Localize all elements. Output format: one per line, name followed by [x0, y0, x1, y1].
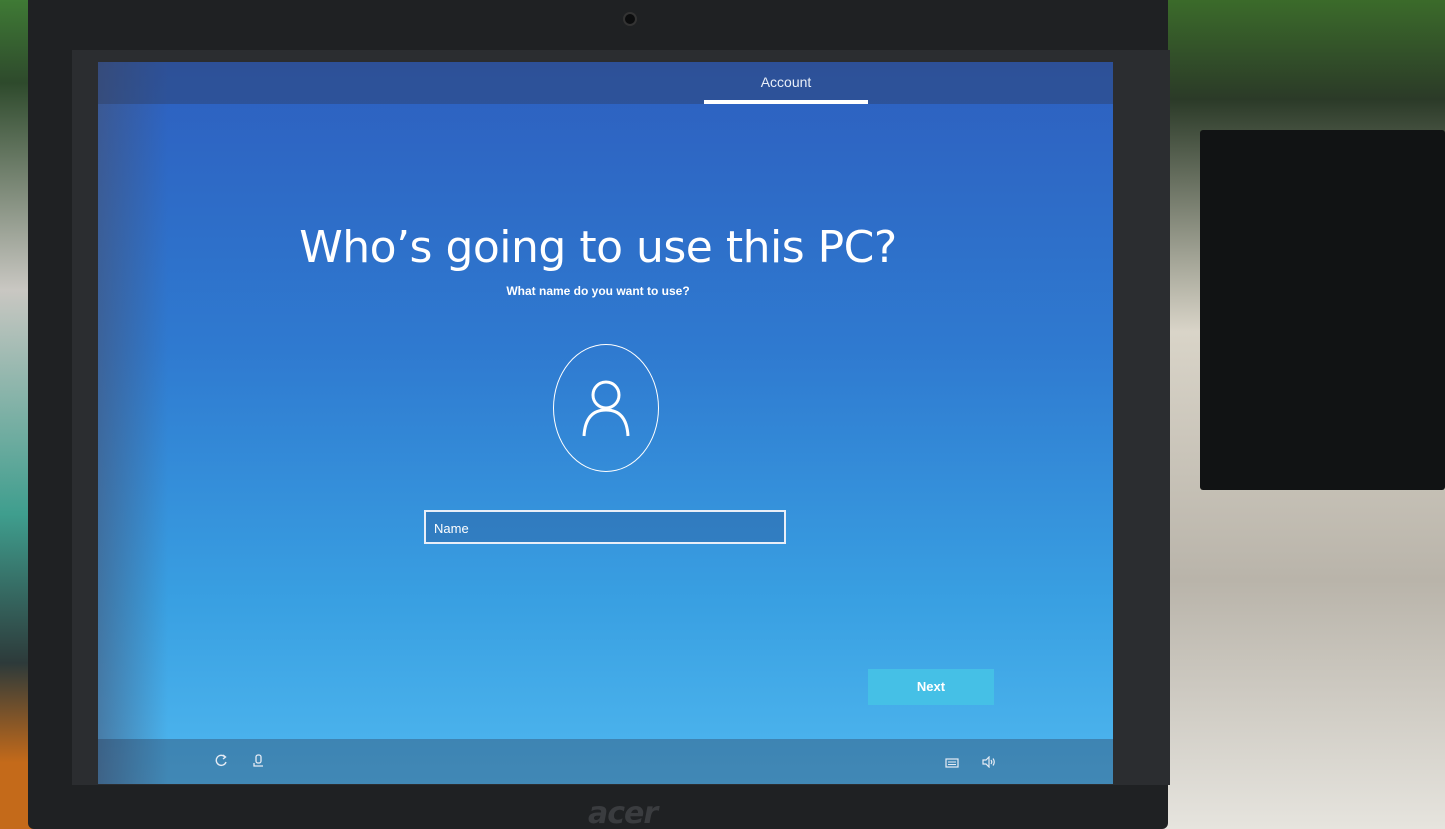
oobe-header: Account: [98, 62, 1113, 104]
user-avatar: [553, 344, 659, 472]
webcam: [623, 12, 637, 26]
microphone-icon[interactable]: [248, 752, 270, 774]
keyboard-glyph-icon: [945, 758, 959, 768]
page-subtitle: What name do you want to use?: [506, 284, 690, 298]
page-title: Who’s going to use this PC?: [299, 222, 897, 273]
accessibility-icon[interactable]: [210, 752, 232, 774]
user-icon: [582, 380, 630, 437]
oobe-screen: Account Who’s going to use this PC? What…: [98, 62, 1113, 784]
account-setup-panel: Who’s going to use this PC? What name do…: [168, 104, 1028, 739]
laptop-brand-logo: acer: [588, 796, 658, 829]
ease-of-access-icon: [215, 754, 227, 767]
screen-shading: [98, 62, 168, 784]
keyboard-icon[interactable]: [941, 752, 963, 774]
speaker-glyph-icon: [982, 755, 995, 769]
name-input[interactable]: Name: [424, 510, 786, 544]
volume-icon[interactable]: [978, 752, 1000, 774]
next-button[interactable]: Next: [868, 669, 994, 705]
background-monitor: [1200, 130, 1445, 490]
mic-glyph-icon: [253, 754, 263, 767]
photo-scene: acer Account Who’s going to use this PC?…: [0, 0, 1445, 829]
